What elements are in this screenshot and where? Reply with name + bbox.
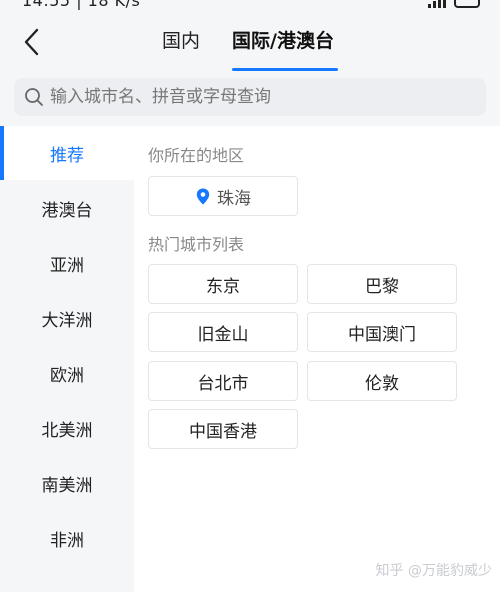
sidebar-item-north-america[interactable]: 北美洲 <box>0 401 134 455</box>
sidebar-item-hk-macao-taiwan[interactable]: 港澳台 <box>0 181 134 235</box>
city-chip-taipei[interactable]: 台北市 <box>148 361 298 401</box>
sidebar-item-europe[interactable]: 欧洲 <box>0 346 134 400</box>
sidebar-item-label: 非洲 <box>50 530 84 551</box>
sidebar-item-label: 欧洲 <box>50 365 84 386</box>
location-pin-icon <box>195 187 211 205</box>
search-bar[interactable] <box>14 78 486 116</box>
sidebar-item-label: 南美洲 <box>41 475 93 496</box>
tab-international[interactable]: 国际/港澳台 <box>232 26 334 53</box>
city-chip-san-francisco[interactable]: 旧金山 <box>148 312 298 352</box>
status-bar: 14:55 | 18 K/s <box>0 0 500 10</box>
sidebar-item-label: 亚洲 <box>50 255 84 276</box>
top-nav: 国内 国际/港澳台 <box>0 14 500 71</box>
sidebar-item-south-america[interactable]: 南美洲 <box>0 456 134 510</box>
status-icons <box>428 0 480 8</box>
tab-domestic[interactable]: 国内 <box>162 26 200 53</box>
location-section-title: 你所在的地区 <box>148 146 245 165</box>
city-chip-hong-kong[interactable]: 中国香港 <box>148 409 298 449</box>
current-location-chip[interactable]: 珠海 <box>148 176 298 216</box>
signal-icon <box>428 0 446 8</box>
chevron-left-icon <box>24 28 39 56</box>
sidebar-item-oceania[interactable]: 大洋洲 <box>0 291 134 345</box>
active-tab-indicator <box>232 68 338 71</box>
city-chip-macao[interactable]: 中国澳门 <box>307 312 457 352</box>
sidebar-item-label: 大洋洲 <box>41 310 93 331</box>
city-chip-tokyo[interactable]: 东京 <box>148 264 298 304</box>
back-button[interactable] <box>14 24 50 60</box>
sidebar-item-asia[interactable]: 亚洲 <box>0 236 134 290</box>
sidebar-active-indicator <box>0 126 4 180</box>
search-input[interactable] <box>50 87 470 107</box>
status-time: 14:55 | 18 K/s <box>22 0 141 10</box>
sidebar-item-recommended[interactable]: 推荐 <box>0 126 134 180</box>
sidebar-item-africa[interactable]: 非洲 <box>0 511 134 565</box>
city-chip-paris[interactable]: 巴黎 <box>307 264 457 304</box>
city-panel: 你所在的地区 珠海 热门城市列表 东京 巴黎 旧金山 中国澳门 台北市 伦敦 中… <box>134 126 500 592</box>
search-icon <box>24 87 44 107</box>
battery-icon <box>454 0 480 8</box>
region-sidebar: 推荐 港澳台 亚洲 大洋洲 欧洲 北美洲 南美洲 非洲 <box>0 126 134 592</box>
hot-cities-section-title: 热门城市列表 <box>148 235 245 254</box>
current-location-label: 珠海 <box>217 188 251 209</box>
watermark: 知乎 @万能豹威少 <box>375 563 492 579</box>
sidebar-item-label: 推荐 <box>50 145 84 166</box>
sidebar-item-label: 北美洲 <box>41 420 93 441</box>
city-chip-london[interactable]: 伦敦 <box>307 361 457 401</box>
sidebar-item-label: 港澳台 <box>41 200 93 221</box>
